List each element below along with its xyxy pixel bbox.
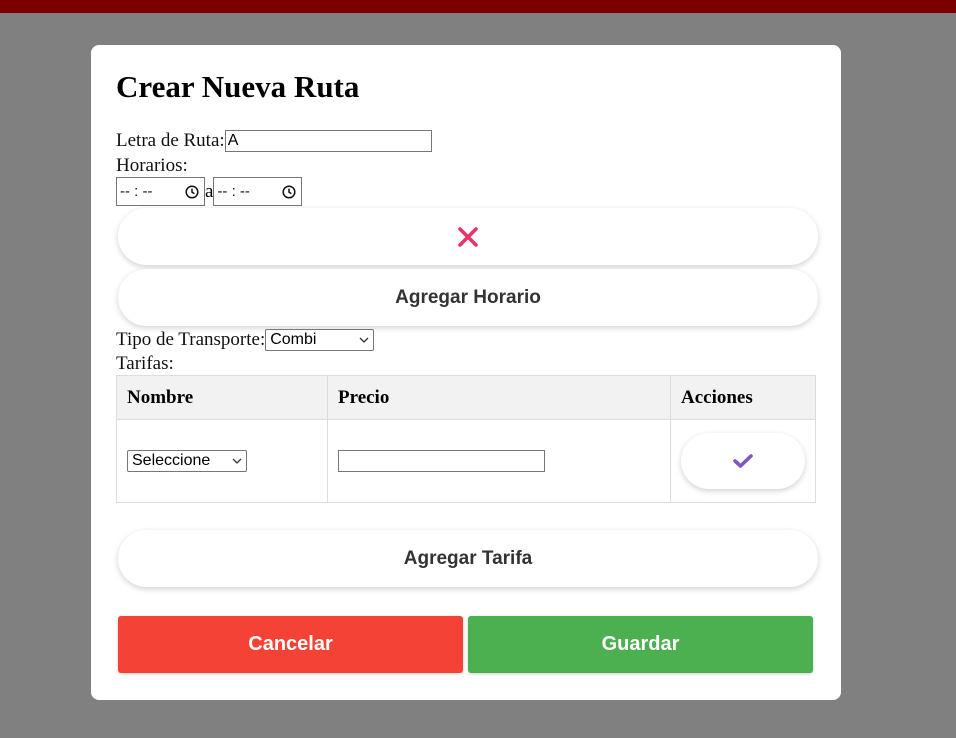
fares-label: Tarifas: <box>116 353 174 374</box>
remove-schedule-button[interactable] <box>118 208 818 265</box>
cell-acciones <box>670 419 816 503</box>
add-fare-button[interactable]: Agregar Tarifa <box>118 530 818 587</box>
top-bar <box>0 0 956 13</box>
cell-nombre: Seleccione <box>116 419 328 503</box>
header-precio: Precio <box>327 375 671 420</box>
add-schedule-button[interactable]: Agregar Horario <box>118 269 818 326</box>
create-route-modal: Crear Nueva Ruta Letra de Ruta: Horarios… <box>91 45 841 700</box>
fare-name-select[interactable]: Seleccione <box>127 450 247 472</box>
route-letter-row: Letra de Ruta: <box>116 130 432 152</box>
start-time-placeholder: -- : -- <box>120 183 153 200</box>
close-icon <box>458 226 478 247</box>
cell-precio <box>327 419 671 503</box>
fare-price-input[interactable] <box>338 450 545 472</box>
schedule-time-row: -- : -- a -- : -- <box>116 177 303 206</box>
end-time-input[interactable]: -- : -- <box>213 177 303 206</box>
transport-type-row: Tipo de Transporte: Combi <box>116 329 375 351</box>
schedules-label-row: Horarios: <box>116 155 188 177</box>
chevron-down-icon <box>232 458 242 464</box>
table-header-row: Nombre Precio Acciones <box>116 375 816 420</box>
modal-title: Crear Nueva Ruta <box>116 69 360 104</box>
time-separator: a <box>205 180 214 202</box>
check-icon <box>733 454 753 468</box>
fares-table: Nombre Precio Acciones Seleccione <box>116 375 816 503</box>
fare-name-value: Seleccione <box>132 452 211 469</box>
clock-icon[interactable] <box>282 184 296 199</box>
end-time-placeholder: -- : -- <box>217 183 250 200</box>
table-row: Seleccione <box>116 419 816 503</box>
header-nombre: Nombre <box>116 375 328 420</box>
transport-type-value: Combi <box>270 331 317 348</box>
clock-icon[interactable] <box>185 184 199 199</box>
transport-type-select[interactable]: Combi <box>265 329 375 351</box>
transport-type-label: Tipo de Transporte: <box>116 329 266 350</box>
route-letter-input[interactable] <box>224 130 432 152</box>
fares-label-row: Tarifas: <box>116 353 174 375</box>
schedules-label: Horarios: <box>116 155 188 176</box>
cancel-button[interactable]: Cancelar <box>118 616 463 673</box>
save-button[interactable]: Guardar <box>468 616 813 673</box>
chevron-down-icon <box>359 337 369 343</box>
route-letter-label: Letra de Ruta: <box>116 130 225 151</box>
start-time-input[interactable]: -- : -- <box>116 177 205 206</box>
header-acciones: Acciones <box>670 375 816 420</box>
confirm-fare-button[interactable] <box>681 433 805 489</box>
